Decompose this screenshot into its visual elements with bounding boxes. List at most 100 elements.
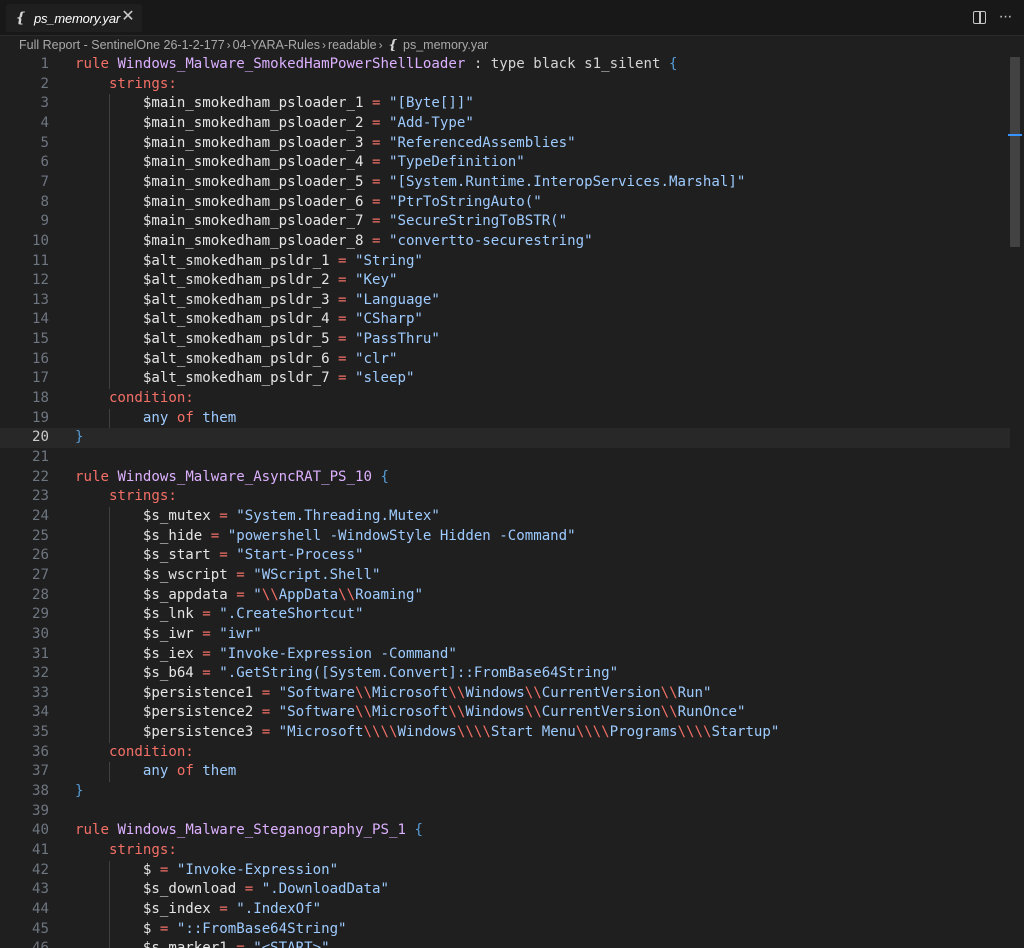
code-token: { [669,56,678,72]
code-line[interactable]: 39 [0,802,1010,822]
code-line[interactable]: 2 strings: [0,75,1010,95]
scrollbar-thumb[interactable] [1010,57,1020,247]
code-token: $persistence1 [75,684,254,701]
code-line[interactable]: 18 condition: [0,389,1010,409]
code-line[interactable]: 6 $main_smokedham_psloader_4 = "TypeDefi… [0,153,1010,173]
line-text: $main_smokedham_psloader_6 = "PtrToStrin… [75,193,542,213]
code-token: them [202,409,237,426]
code-line[interactable]: 3 $main_smokedham_psloader_1 = "[Byte[]]… [0,94,1010,114]
code-line[interactable]: 19 any of them [0,409,1010,429]
code-token: Windows_Malware_AsyncRAT_PS_10 [117,468,372,485]
line-text: $s_marker1 = "<START>" [75,939,330,948]
code-line[interactable]: 42 $ = "Invoke-Expression" [0,861,1010,881]
code-line[interactable]: 33 $persistence1 = "Software\\Microsoft\… [0,684,1010,704]
code-line[interactable]: 35 $persistence3 = "Microsoft\\\\Windows… [0,723,1010,743]
code-token: $main_smokedham_psloader_6 [75,193,364,210]
line-number: 21 [32,449,49,465]
code-token: = [151,861,177,878]
line-text: $s_index = ".IndexOf" [75,900,321,920]
close-icon[interactable]: ✕ [120,9,136,25]
code-token: = [151,920,177,937]
code-token: $alt_smokedham_psldr_3 [75,291,330,308]
code-line[interactable]: 4 $main_smokedham_psloader_2 = "Add-Type… [0,114,1010,134]
breadcrumb-item-yara-rules[interactable]: 04-YARA-Rules [233,38,320,52]
code-line[interactable]: 26 $s_start = "Start-Process" [0,546,1010,566]
code-line[interactable]: 25 $s_hide = "powershell -WindowStyle Hi… [0,527,1010,547]
line-text: strings: [75,841,177,861]
code-line[interactable]: 16 $alt_smokedham_psldr_6 = "clr" [0,350,1010,370]
code-line[interactable]: 22 rule Windows_Malware_AsyncRAT_PS_10 { [0,468,1010,488]
split-editor-icon[interactable] [973,11,986,24]
code-line[interactable]: 43 $s_download = ".DownloadData" [0,880,1010,900]
code-line[interactable]: 37 any of them [0,762,1010,782]
code-token: \\ [660,684,678,701]
code-line[interactable]: 28 $s_appdata = "\\AppData\\Roaming" [0,586,1010,606]
code-line[interactable]: 24 $s_mutex = "System.Threading.Mutex" [0,507,1010,527]
code-line[interactable]: 7 $main_smokedham_psloader_5 = "[System.… [0,173,1010,193]
code-token: "powershell -WindowStyle Hidden -Command… [227,527,576,544]
code-token: $s_wscript [75,566,228,583]
code-line[interactable]: 11 $alt_smokedham_psldr_1 = "String" [0,252,1010,272]
line-text: $s_lnk = ".CreateShortcut" [75,605,364,625]
code-line[interactable]: 15 $alt_smokedham_psldr_5 = "PassThru" [0,330,1010,350]
code-token: $main_smokedham_psloader_8 [75,232,364,249]
line-number: 36 [32,743,49,760]
more-actions-icon[interactable]: ··· [996,7,1014,27]
code-line[interactable]: 27 $s_wscript = "WScript.Shell" [0,566,1010,586]
code-token: "sleep" [355,370,415,387]
code-line[interactable]: 21 [0,448,1010,468]
code-token: "Software [278,704,356,721]
line-number: 26 [32,547,49,564]
code-line[interactable]: 45 $ = "::FromBase64String" [0,920,1010,940]
code-token: $s_appdata [75,586,228,603]
code-line[interactable]: 14 $alt_smokedham_psldr_4 = "CSharp" [0,310,1010,330]
line-number: 2 [40,75,50,92]
code-line[interactable]: 5 $main_smokedham_psloader_3 = "Referenc… [0,134,1010,154]
breadcrumb-item-report[interactable]: Full Report - SentinelOne 26-1-2-177 [19,38,225,52]
code-line[interactable]: 1 rule Windows_Malware_SmokedHamPowerShel… [0,55,1010,75]
line-number: 12 [32,272,49,289]
line-text: $alt_smokedham_psldr_3 = "Language" [75,291,440,311]
code-line[interactable]: 29 $s_lnk = ".CreateShortcut" [0,605,1010,625]
code-line[interactable]: 12 $alt_smokedham_psldr_2 = "Key" [0,271,1010,291]
code-token: $alt_smokedham_psldr_4 [75,311,330,328]
line-text: rule Windows_Malware_SmokedHamPowerShell… [75,55,678,75]
code-line[interactable]: 10 $main_smokedham_psloader_8 = "convert… [0,232,1010,252]
code-line[interactable]: 34 $persistence2 = "Software\\Microsoft\… [0,703,1010,723]
line-number: 46 [0,939,49,948]
code-token: "System.Threading.Mutex" [236,507,440,524]
code-token: \\ [448,704,466,721]
code-line[interactable]: 31 $s_iex = "Invoke-Expression -Command" [0,645,1010,665]
code-line[interactable]: 20} [0,428,1010,448]
code-line[interactable]: 44 $s_index = ".IndexOf" [0,900,1010,920]
code-token: CurrentVersion [541,684,661,701]
code-line[interactable]: 32 $s_b64 = ".GetString([System.Convert]… [0,664,1010,684]
code-line[interactable]: 46 $s_marker1 = "<START>" [0,939,1010,948]
code-token: } [75,429,84,446]
code-line[interactable]: 40 rule Windows_Malware_Steganography_PS_… [0,821,1010,841]
code-line[interactable]: 17 $alt_smokedham_psldr_7 = "sleep" [0,369,1010,389]
code-token: ".IndexOf" [236,900,322,917]
code-line[interactable]: 30 $s_iwr = "iwr" [0,625,1010,645]
code-line[interactable]: 36 condition: [0,743,1010,763]
code-line[interactable]: 23 strings: [0,487,1010,507]
code-token: } [75,783,84,800]
line-text: } [75,782,84,802]
code-token: \\\\ [677,724,712,741]
code-token: rule [75,468,118,485]
code-token: Microsoft [372,704,449,721]
code-line[interactable]: 13 $alt_smokedham_psldr_3 = "Language" [0,291,1010,311]
code-line[interactable]: 8 $main_smokedham_psloader_6 = "PtrToStr… [0,193,1010,213]
code-line[interactable]: 41 strings: [0,841,1010,861]
code-line[interactable]: 9 $main_smokedham_psloader_7 = "SecureSt… [0,212,1010,232]
code-token: rule [75,822,118,839]
breadcrumb-item-readable[interactable]: readable [328,38,377,52]
code-token: = [193,606,220,623]
line-text: $s_mutex = "System.Threading.Mutex" [75,507,440,527]
breadcrumb-item-file[interactable]: ps_memory.yar [403,38,488,52]
code-line[interactable]: 38} [0,782,1010,802]
line-number: 5 [40,134,50,151]
code-area[interactable]: 1 rule Windows_Malware_SmokedHamPowerShel… [0,55,1010,948]
code-token: \\ [524,704,542,721]
tab-ps-memory[interactable]: { ps_memory.yar ✕ [6,4,142,32]
